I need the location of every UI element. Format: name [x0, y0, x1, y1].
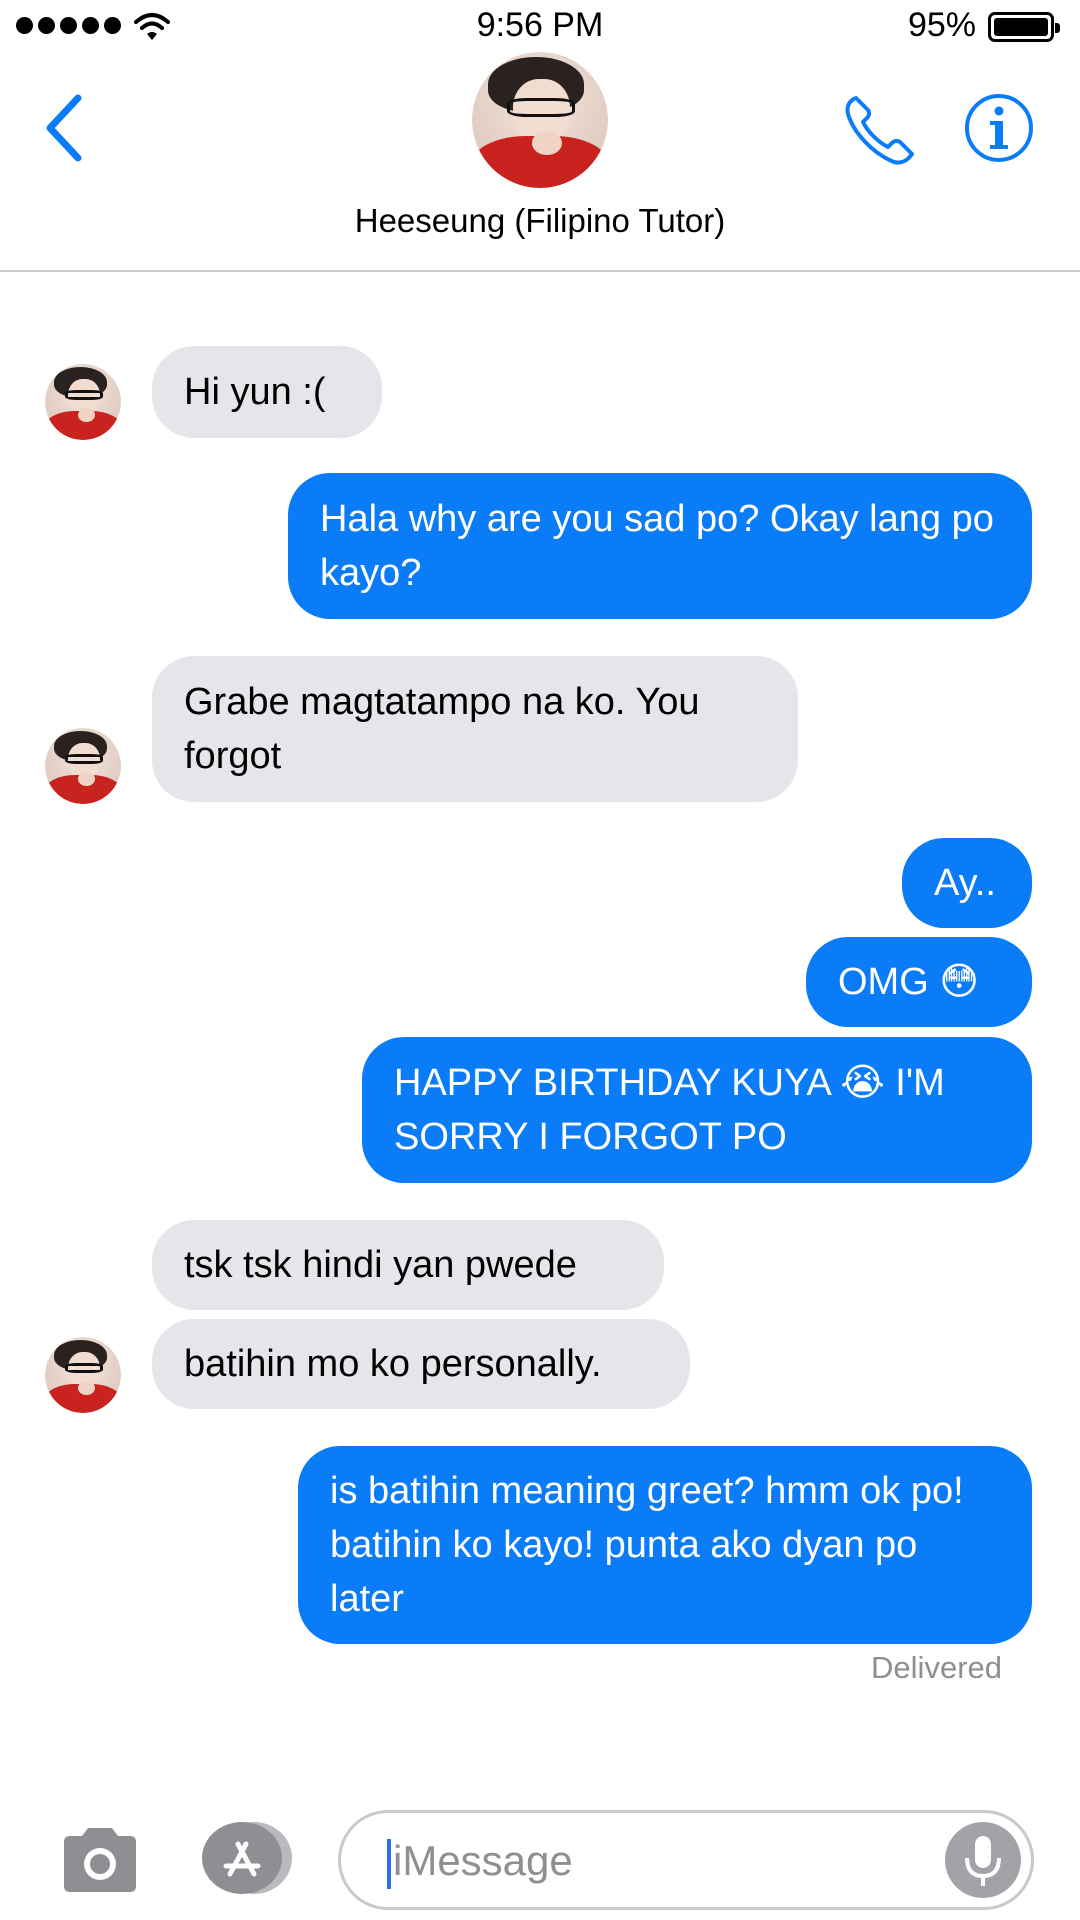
avatar — [45, 728, 121, 804]
avatar — [45, 364, 121, 440]
contact-avatar[interactable] — [472, 52, 608, 188]
incoming-message: batihin mo ko personally. — [152, 1319, 690, 1409]
app-store-icon[interactable] — [196, 1820, 296, 1896]
incoming-message: Grabe magtatampo na ko. You forgot — [152, 656, 798, 802]
contact-name[interactable]: Heeseung (Filipino Tutor) — [0, 202, 1080, 240]
info-icon[interactable] — [963, 92, 1035, 164]
outgoing-message: Hala why are you sad po? Okay lang po ka… — [288, 473, 1032, 619]
camera-icon[interactable] — [58, 1824, 142, 1894]
avatar — [45, 1337, 121, 1413]
message-input[interactable] — [393, 1829, 913, 1893]
battery-icon — [988, 12, 1060, 42]
microphone-icon — [965, 1836, 1001, 1886]
outgoing-message: OMG 😳 — [806, 937, 1032, 1027]
status-bar: 9:56 PM 95% — [0, 0, 1080, 52]
phone-icon[interactable] — [842, 92, 918, 168]
delivery-status: Delivered — [871, 1650, 1002, 1685]
back-chevron-icon[interactable] — [40, 90, 90, 166]
outgoing-message: is batihin meaning greet? hmm ok po! bat… — [298, 1446, 1032, 1644]
message-field[interactable] — [338, 1810, 1034, 1910]
microphone-button[interactable] — [945, 1822, 1021, 1898]
battery-percent: 95% — [907, 6, 976, 44]
incoming-message: Hi yun :( — [152, 346, 382, 438]
conversation-header: Heeseung (Filipino Tutor) — [0, 52, 1080, 272]
outgoing-message: Ay.. — [902, 838, 1032, 928]
text-cursor — [387, 1839, 391, 1889]
incoming-message: tsk tsk hindi yan pwede — [152, 1220, 664, 1310]
outgoing-message: HAPPY BIRTHDAY KUYA 😭 I'M SORRY I FORGOT… — [362, 1037, 1032, 1183]
composer-bar — [0, 1790, 1080, 1920]
